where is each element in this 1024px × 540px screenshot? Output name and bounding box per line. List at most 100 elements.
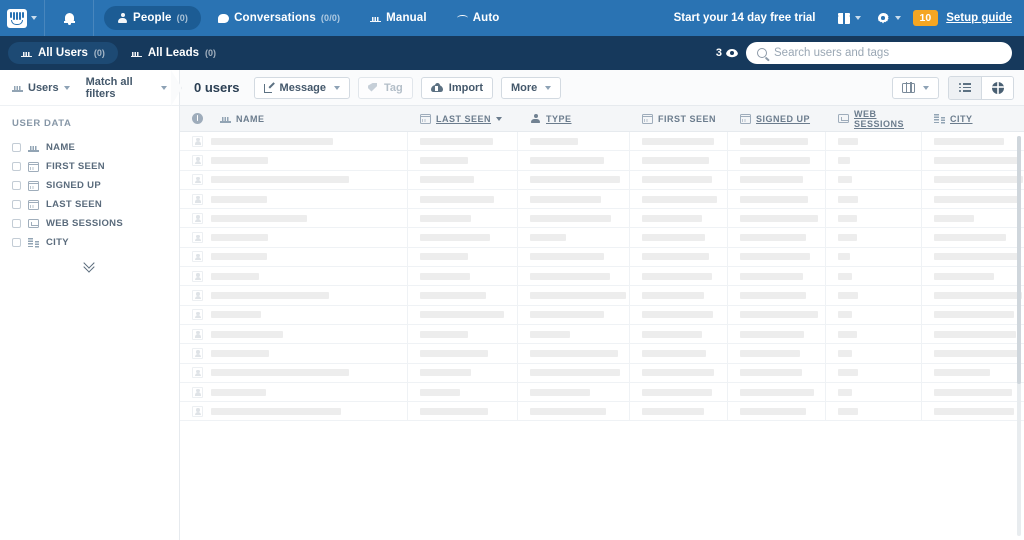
table-header-last-seen[interactable]: LAST SEEN [408, 113, 518, 124]
table-row[interactable] [180, 228, 1024, 248]
table-row[interactable] [180, 170, 1024, 190]
table-row[interactable] [180, 382, 1024, 403]
loading-placeholder [838, 214, 857, 222]
top-right-controls: Start your 14 day free trial 10 Setup gu… [674, 0, 1024, 36]
table-header-web-sessions[interactable]: WEB SESSIONS [826, 109, 922, 129]
search-input[interactable] [774, 47, 1001, 59]
loading-placeholder [838, 156, 850, 164]
table-header-city[interactable]: CITY [922, 113, 1024, 124]
intercom-logo-button[interactable] [0, 0, 44, 36]
sort-chevron-down-icon[interactable] [496, 116, 503, 121]
sidebar-attribute-signed-up[interactable]: SIGNED UP [12, 176, 167, 195]
message-button[interactable]: Message [253, 76, 351, 99]
map-view-toggle[interactable] [981, 76, 1013, 99]
attribute-checkbox[interactable] [12, 219, 21, 228]
sidebar-attribute-last-seen[interactable]: LAST SEEN [12, 195, 167, 214]
sidebar-attribute-city[interactable]: CITY [12, 233, 167, 252]
loading-placeholder [530, 176, 620, 184]
table-row[interactable] [180, 305, 1024, 325]
loading-placeholder [642, 407, 704, 415]
segment-all-users[interactable]: All Users (0) [8, 42, 118, 64]
loading-placeholder [934, 330, 1016, 338]
calendar-icon [28, 161, 39, 172]
table-header-first-seen[interactable]: FIRST SEEN [630, 113, 728, 124]
table-header-signed-up[interactable]: SIGNED UP [728, 113, 826, 124]
loading-placeholder [740, 292, 806, 300]
table-row[interactable] [180, 402, 1024, 422]
loading-placeholder [838, 407, 858, 415]
view-toggle-group [948, 75, 1014, 100]
loading-placeholder [642, 292, 704, 300]
audience-selector[interactable]: Users [12, 82, 70, 94]
tag-button[interactable]: Tag [358, 76, 413, 99]
sidebar-attribute-web-sessions[interactable]: WEB SESSIONS [12, 214, 167, 233]
list-view-toggle[interactable] [949, 76, 981, 99]
calendar-icon [420, 113, 431, 124]
more-button[interactable]: More [501, 76, 562, 99]
scrollbar-thumb[interactable] [1017, 136, 1021, 384]
table-cell-first-seen [630, 363, 728, 382]
person-icon [530, 113, 541, 124]
loading-placeholder [838, 369, 858, 377]
sidebar-attribute-name[interactable]: NAME [12, 138, 167, 157]
visible-count[interactable]: 3 [716, 47, 738, 59]
table-header-info[interactable] [180, 113, 208, 124]
loading-placeholder [934, 214, 974, 222]
loading-placeholder [642, 253, 709, 261]
table-cell-web-sessions [826, 305, 922, 324]
table-cell-name [180, 324, 408, 344]
free-trial-label[interactable]: Start your 14 day free trial [674, 12, 816, 24]
notifications-button[interactable] [45, 0, 93, 36]
table-cell-type [518, 286, 630, 305]
vertical-scrollbar[interactable] [1017, 136, 1021, 536]
table-row[interactable] [180, 151, 1024, 171]
loading-placeholder [530, 349, 618, 357]
tab-conversations[interactable]: Conversations (0/0) [205, 6, 353, 30]
sidebar-attribute-first-seen[interactable]: FIRST SEEN [12, 157, 167, 176]
table-row[interactable] [180, 267, 1024, 287]
avatar [192, 154, 203, 166]
table-row[interactable] [180, 324, 1024, 345]
loading-placeholder [420, 214, 471, 222]
table-row[interactable] [180, 286, 1024, 306]
attribute-checkbox[interactable] [12, 162, 21, 171]
attribute-checkbox[interactable] [12, 238, 21, 247]
segment-all-leads[interactable]: All Leads (0) [118, 42, 229, 64]
avatar [192, 386, 203, 398]
gift-menu-button[interactable] [830, 0, 869, 36]
setup-guide-link[interactable]: Setup guide [946, 12, 1012, 24]
table-header-type[interactable]: TYPE [518, 113, 630, 124]
setup-badge-count[interactable]: 10 [912, 10, 939, 26]
import-button[interactable]: Import [420, 76, 494, 99]
tab-auto[interactable]: Auto [444, 6, 513, 30]
table-cell-signed-up [728, 344, 826, 363]
table-row[interactable] [180, 209, 1024, 229]
loading-placeholder [530, 292, 626, 300]
table-cell-signed-up [728, 209, 826, 228]
expand-attributes-button[interactable] [12, 252, 167, 270]
gift-icon [837, 12, 850, 24]
attribute-checkbox[interactable] [12, 200, 21, 209]
chevron-down-icon[interactable] [31, 16, 37, 20]
tab-manual[interactable]: Manual [357, 6, 440, 30]
attribute-checkbox[interactable] [12, 181, 21, 190]
table-cell-signed-up [728, 170, 826, 189]
loading-placeholder [530, 253, 604, 261]
table-header-name[interactable]: NAME [208, 114, 408, 124]
table-row[interactable] [180, 189, 1024, 210]
columns-button[interactable] [892, 76, 939, 99]
tab-people-count: (0) [176, 13, 189, 23]
table-row[interactable] [180, 132, 1024, 152]
table-row[interactable] [180, 363, 1024, 383]
table-cell-last-seen [408, 170, 518, 189]
match-filters-selector[interactable]: Match all filters [86, 76, 167, 100]
attribute-label: CITY [46, 237, 69, 248]
table-row[interactable] [180, 344, 1024, 364]
search-container[interactable] [746, 42, 1012, 64]
tab-people[interactable]: People (0) [104, 6, 202, 30]
table-cell-last-seen [408, 363, 518, 382]
loading-placeholder [420, 272, 470, 280]
settings-menu-button[interactable] [869, 0, 909, 36]
table-row[interactable] [180, 247, 1024, 268]
attribute-checkbox[interactable] [12, 143, 21, 152]
